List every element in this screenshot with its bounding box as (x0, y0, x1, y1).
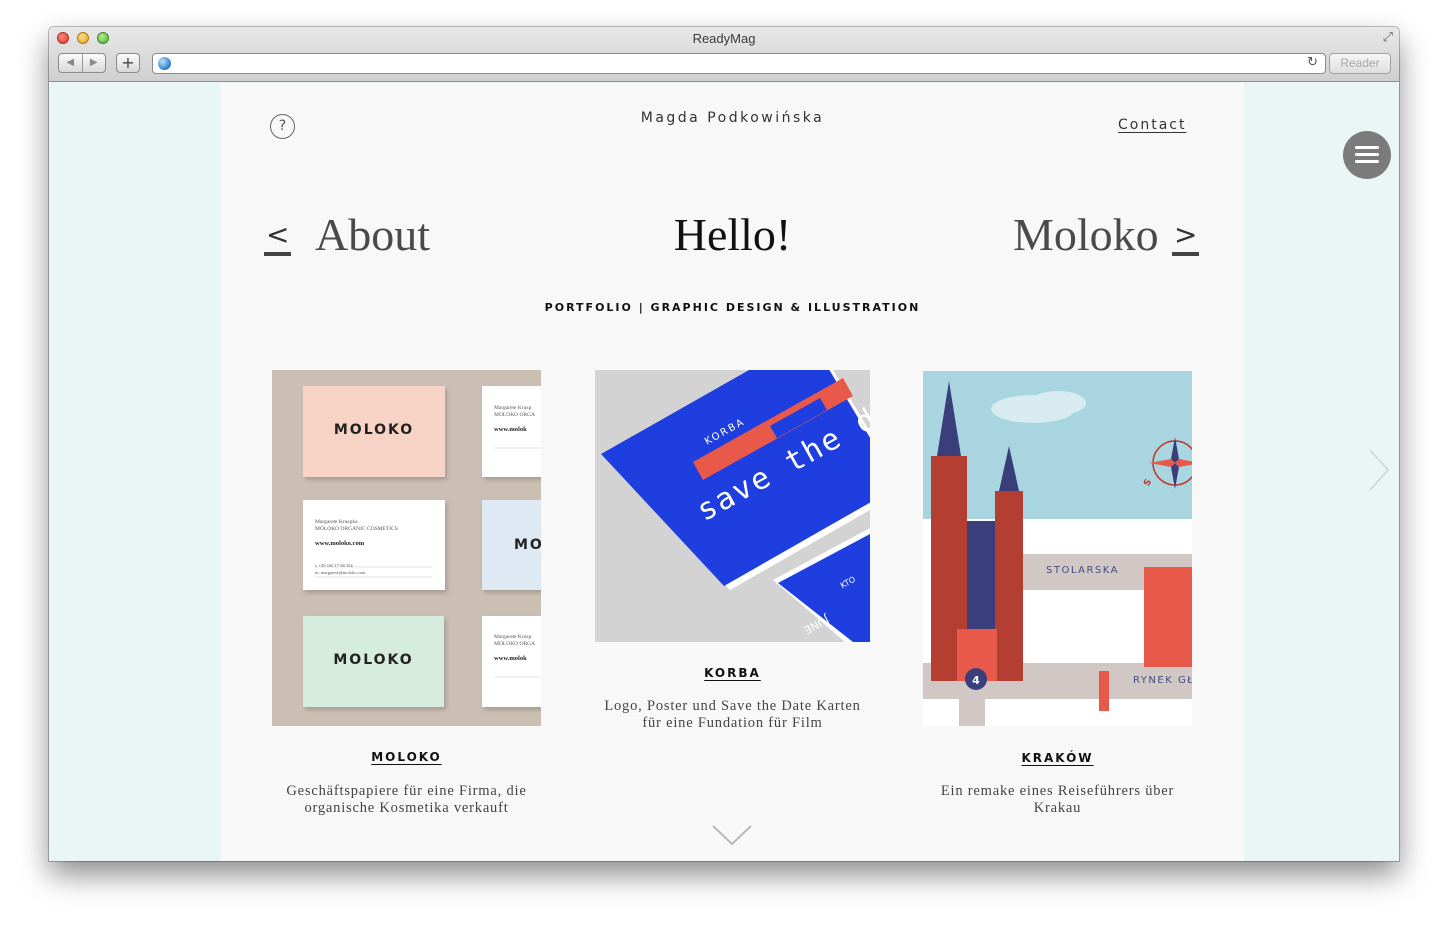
project-desc-krakow-2: Krakau (1033, 800, 1082, 816)
menu-button[interactable] (1343, 131, 1391, 179)
reload-icon[interactable]: ↻ (1307, 55, 1318, 70)
globe-icon (158, 57, 171, 70)
project-desc-moloko-2: organische Kosmetika verkauft (304, 800, 509, 816)
window-title: ReadyMag (692, 31, 756, 46)
svg-text:4: 4 (972, 674, 980, 687)
moloko-phone-text: t: +49 160 17 68 354 (315, 563, 353, 568)
project-card-korba[interactable]: KORBA save the da KTO JUNE KORBA Logo, P… (595, 370, 870, 770)
moloko-company-partial: MOLOKO ORGA (494, 412, 536, 418)
moloko-web-partial: www.molok (494, 426, 527, 433)
contact-link[interactable]: Contact (1118, 117, 1186, 133)
address-bar[interactable]: ↻ (152, 53, 1326, 74)
moloko-card-logo-2: MOLOKO (333, 652, 414, 668)
moloko-thumbnail[interactable]: MOLOKO MOLOKO MO Margarete Kruspka MOLOK… (272, 370, 541, 726)
scroll-down-icon[interactable] (711, 823, 753, 847)
page-viewport: ? Magda Podkowińska Contact < About Hell… (49, 83, 1399, 861)
moloko-name-partial: Margarete Krusp (494, 405, 532, 411)
project-title-moloko[interactable]: MOLOKO (272, 750, 541, 764)
project-desc-moloko-1: Geschäftspapiere für eine Firma, die (286, 783, 527, 799)
browser-window: ReadyMag ⤢ ◀ ▶ + ↻ Reader ? Magda Podkow… (49, 27, 1399, 861)
krakow-thumbnail[interactable]: 4 STOLARSKA RYNEK GŁ S (923, 371, 1192, 726)
page-content: ? Magda Podkowińska Contact < About Hell… (221, 83, 1244, 861)
project-title-korba[interactable]: KORBA (595, 666, 870, 680)
krakow-illustration: 4 (923, 371, 1192, 726)
portfolio-subtitle: PORTFOLIO | GRAPHIC DESIGN & ILLUSTRATIO… (544, 301, 921, 314)
next-slide-chevron-icon[interactable] (1367, 448, 1391, 492)
project-desc-krakow-1: Ein remake eines Reiseführers über (940, 783, 1175, 799)
moloko-web-text: www.moloko.com (315, 540, 365, 547)
moloko-email-text: m: margarete@moloko.com (315, 570, 366, 575)
krakow-street-label-2: RYNEK GŁ (1133, 675, 1192, 686)
fullscreen-icon[interactable]: ⤢ (1383, 30, 1393, 45)
moloko-name-partial-2: Margarete Krusp (494, 634, 532, 640)
site-name[interactable]: Magda Podkowińska (221, 110, 1244, 126)
back-forward-buttons: ◀ ▶ (58, 53, 106, 73)
reader-button[interactable]: Reader (1329, 53, 1391, 74)
moloko-company-text: MOLOKO ORGANIC COSMETICS (315, 526, 398, 532)
krakow-street-label: STOLARSKA (1046, 565, 1119, 576)
moloko-web-partial-2: www.molok (494, 655, 527, 662)
title-bar: ReadyMag ⤢ ◀ ▶ + ↻ Reader (49, 27, 1399, 82)
moloko-card-logo-3: MO (514, 537, 541, 553)
moloko-company-partial-2: MOLOKO ORGA (494, 641, 536, 647)
next-page-arrow[interactable]: > (1172, 218, 1200, 256)
moloko-name-text: Margarete Kruspka (315, 519, 358, 525)
project-title-krakow[interactable]: KRAKÓW (923, 751, 1192, 765)
forward-button[interactable]: ▶ (83, 54, 106, 72)
moloko-card-logo: MOLOKO (333, 422, 415, 438)
project-card-krakow[interactable]: 4 STOLARSKA RYNEK GŁ S KRAKÓW Ein remake… (923, 371, 1192, 831)
project-card-moloko[interactable]: MOLOKO MOLOKO MO Margarete Kruspka MOLOK… (272, 370, 541, 830)
project-desc-korba-1: Logo, Poster und Save the Date Karten (604, 698, 861, 714)
korba-thumbnail[interactable]: KORBA save the da KTO JUNE (595, 370, 870, 642)
page-navigation: < About Hello! Moloko > (221, 208, 1244, 268)
new-tab-button[interactable]: + (116, 53, 140, 73)
project-desc-korba-2: für eine Fundation für Film (642, 715, 823, 731)
back-button[interactable]: ◀ (59, 54, 83, 72)
next-page-link[interactable]: Moloko (1013, 208, 1159, 261)
